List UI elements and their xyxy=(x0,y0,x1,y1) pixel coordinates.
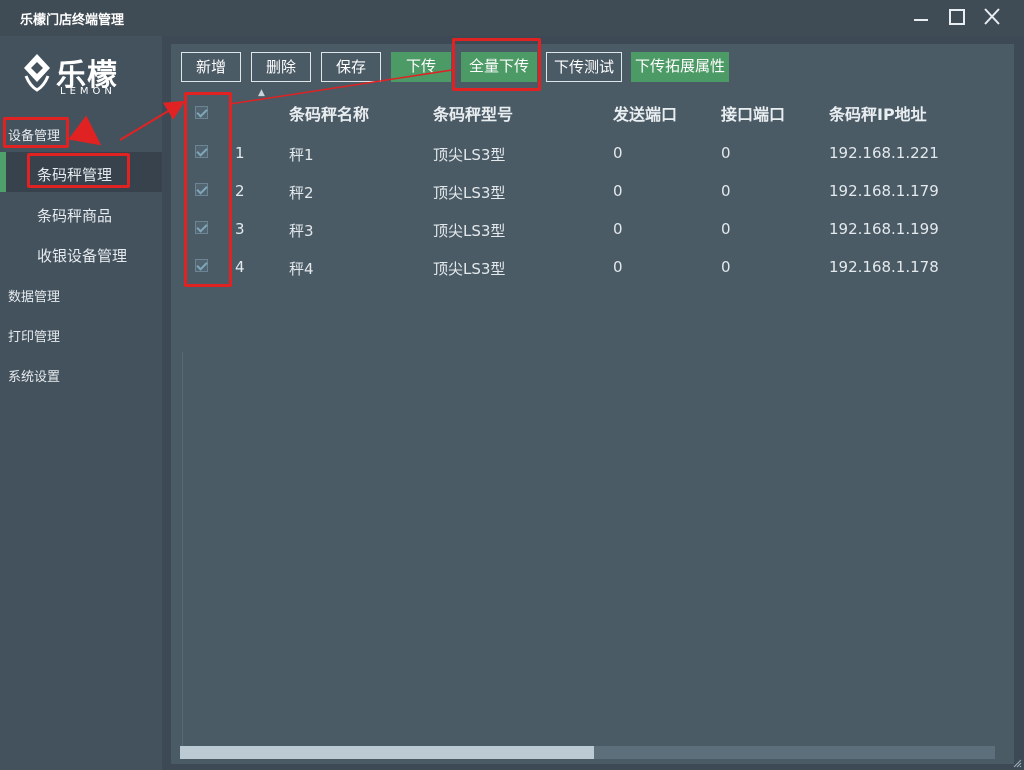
interface-port-cell: 0 xyxy=(721,258,731,276)
annotation-box-download-all xyxy=(452,38,541,91)
header-scale-ip[interactable]: 条码秤IP地址 xyxy=(829,101,927,125)
row-number: 3 xyxy=(235,220,245,238)
send-port-cell: 0 xyxy=(613,220,623,238)
logo: 乐檬 LEMON xyxy=(20,52,120,98)
add-button[interactable]: 新增 xyxy=(181,52,241,82)
scale-model-cell: 顶尖LS3型 xyxy=(433,184,506,202)
scale-ip-cell: 192.168.1.178 xyxy=(829,258,939,276)
scale-name-cell: 秤4 xyxy=(289,260,314,278)
delete-button[interactable]: 删除 xyxy=(251,52,311,82)
interface-port-cell: 0 xyxy=(721,220,731,238)
maximize-icon[interactable] xyxy=(942,4,972,30)
interface-port-cell: 0 xyxy=(721,144,731,162)
active-nav-indicator xyxy=(0,152,6,192)
annotation-box-row-checkboxes xyxy=(184,92,232,287)
header-scale-name[interactable]: 条码秤名称 xyxy=(289,101,369,125)
scale-ip-cell: 192.168.1.221 xyxy=(829,144,939,162)
scale-name-cell: 秤1 xyxy=(289,146,314,164)
table-empty-area xyxy=(182,352,1003,748)
scale-model-cell: 顶尖LS3型 xyxy=(433,146,506,164)
annotation-box-device-management xyxy=(3,117,69,148)
window-title: 乐檬门店终端管理 xyxy=(20,13,125,28)
sidebar-item-pos-devices[interactable]: 收银设备管理 xyxy=(37,245,127,266)
download-button[interactable]: 下传 xyxy=(391,52,451,82)
scale-name-cell: 秤2 xyxy=(289,184,314,202)
send-port-cell: 0 xyxy=(613,182,623,200)
horizontal-scrollbar-thumb[interactable] xyxy=(180,746,594,759)
header-scale-model[interactable]: 条码秤型号 xyxy=(433,101,513,125)
resize-grip-icon[interactable] xyxy=(1012,758,1022,768)
scale-model-cell: 顶尖LS3型 xyxy=(433,260,506,278)
download-extended-attributes-button[interactable]: 下传拓展属性 xyxy=(631,52,729,82)
logo-text-en: LEMON xyxy=(60,86,116,97)
close-icon[interactable] xyxy=(977,4,1007,30)
minimize-icon[interactable] xyxy=(906,4,936,30)
send-port-cell: 0 xyxy=(613,258,623,276)
download-test-button[interactable]: 下传测试 xyxy=(546,52,622,82)
lemon-logo-icon xyxy=(24,54,50,92)
sidebar-group-data[interactable]: 数据管理 xyxy=(8,286,60,305)
annotation-box-scale-management xyxy=(27,153,130,188)
scale-model-cell: 顶尖LS3型 xyxy=(433,222,506,240)
sidebar-item-scale-products[interactable]: 条码秤商品 xyxy=(37,205,112,226)
vertical-scroll-area xyxy=(1003,44,1014,764)
sidebar-group-print[interactable]: 打印管理 xyxy=(8,326,60,345)
row-number: 4 xyxy=(235,258,245,276)
title-bar: 乐檬门店终端管理 xyxy=(0,0,1024,36)
row-number: 2 xyxy=(235,182,245,200)
scale-ip-cell: 192.168.1.179 xyxy=(829,182,939,200)
send-port-cell: 0 xyxy=(613,144,623,162)
scale-name-cell: 秤3 xyxy=(289,222,314,240)
save-button[interactable]: 保存 xyxy=(321,52,381,82)
header-interface-port[interactable]: 接口端口 xyxy=(721,101,785,125)
interface-port-cell: 0 xyxy=(721,182,731,200)
sidebar-group-settings[interactable]: 系统设置 xyxy=(8,366,60,385)
scale-ip-cell: 192.168.1.199 xyxy=(829,220,939,238)
sort-caret-icon[interactable]: ▲ xyxy=(258,88,265,98)
header-send-port[interactable]: 发送端口 xyxy=(613,101,677,125)
row-number: 1 xyxy=(235,144,245,162)
